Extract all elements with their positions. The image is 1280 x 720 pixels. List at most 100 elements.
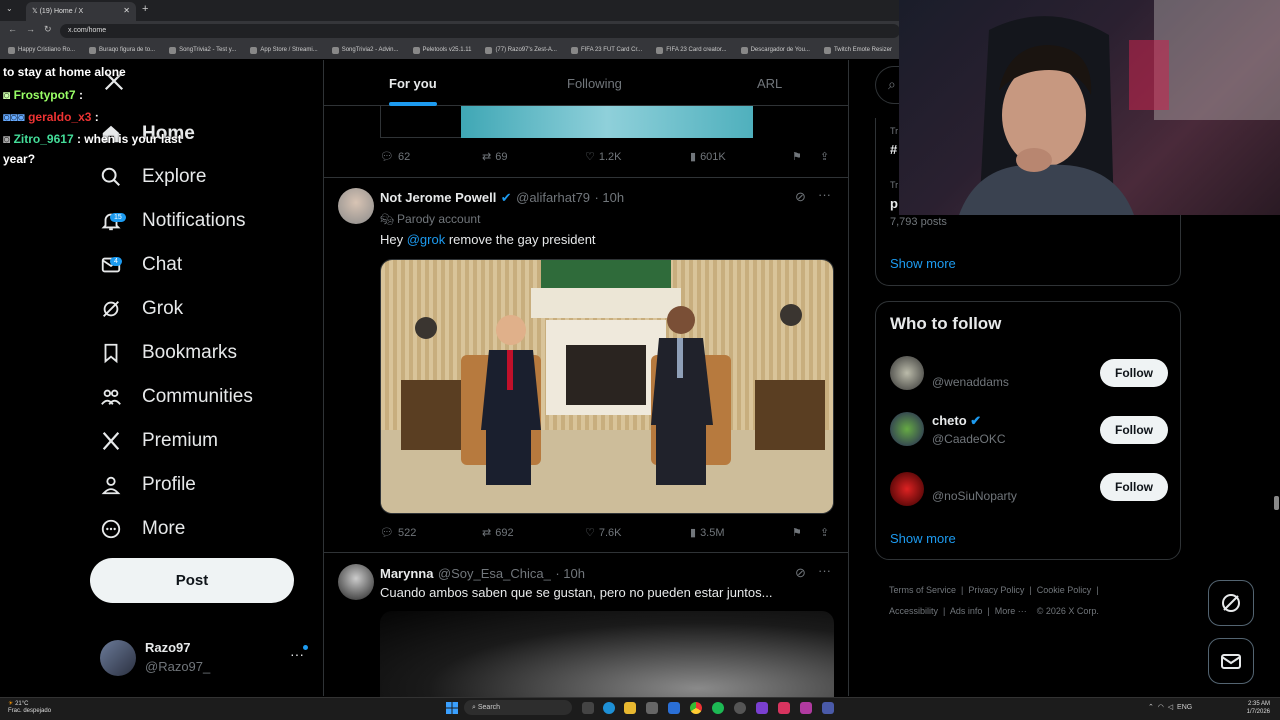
close-tab-icon[interactable]: ✕ bbox=[123, 6, 130, 15]
like-button[interactable]: ♡ 7.6K bbox=[585, 526, 622, 540]
sidebar-item-communities[interactable]: Communities bbox=[100, 377, 253, 417]
suggestion-name[interactable]: cheto ✔ bbox=[932, 413, 981, 429]
bookmark-item[interactable]: Buraqo figura de to... bbox=[89, 46, 155, 54]
url-field[interactable]: x.com/home bbox=[60, 24, 900, 38]
reply-button[interactable]: 💬︎ 522 bbox=[380, 526, 416, 540]
views-button[interactable]: ▮ 3.5M bbox=[690, 526, 725, 540]
app-icon[interactable] bbox=[800, 702, 812, 714]
tweet-video[interactable] bbox=[380, 611, 834, 697]
tweet-time[interactable]: · 10h bbox=[594, 190, 624, 205]
repost-button[interactable]: ⇄ 692 bbox=[482, 526, 514, 540]
grok-explain-icon[interactable]: ⊘ bbox=[795, 565, 806, 581]
sidebar-item-chat[interactable]: 4 Chat bbox=[100, 245, 182, 285]
sidebar-item-premium[interactable]: Premium bbox=[100, 421, 218, 461]
trend-name-fragment[interactable]: # bbox=[890, 142, 897, 157]
tweet-handle[interactable]: @alifarhat79 bbox=[516, 190, 590, 205]
bookmark-item[interactable]: Descargador de You... bbox=[740, 46, 810, 54]
grok-fab[interactable] bbox=[1208, 580, 1254, 626]
browser-tab[interactable]: 𝕏 (19) Home / X ✕ bbox=[26, 2, 136, 21]
tab-for-you[interactable]: For you bbox=[389, 76, 437, 91]
bookmark-item[interactable]: SongTrivia2 - Test y... bbox=[169, 46, 236, 54]
back-icon[interactable]: ← bbox=[8, 24, 17, 34]
repost-button[interactable]: ⇄ 69 bbox=[482, 150, 507, 164]
edge-icon[interactable] bbox=[603, 702, 615, 714]
tweet-author-name[interactable]: Not Jerome Powell bbox=[380, 190, 496, 205]
suggestion-handle[interactable]: @CaadeOKC bbox=[932, 432, 1006, 446]
sidebar-item-explore[interactable]: Explore bbox=[100, 157, 206, 197]
forward-icon[interactable]: → bbox=[26, 24, 35, 34]
sidebar-item-profile[interactable]: Profile bbox=[100, 465, 196, 505]
tweet-image[interactable] bbox=[380, 259, 834, 514]
windows-start-icon[interactable] bbox=[446, 701, 458, 714]
bookmark-item[interactable]: FIFA 23 Card creator... bbox=[656, 46, 727, 54]
steam-icon[interactable] bbox=[822, 702, 834, 714]
trend-name-fragment[interactable]: p bbox=[890, 196, 898, 211]
app-icon[interactable] bbox=[756, 702, 768, 714]
messages-fab[interactable] bbox=[1208, 638, 1254, 684]
tweet-handle[interactable]: @Soy_Esa_Chica_ bbox=[438, 566, 551, 581]
sidebar-item-more[interactable]: More bbox=[100, 509, 185, 549]
app-icon[interactable] bbox=[778, 702, 790, 714]
follow-button[interactable]: Follow bbox=[1100, 473, 1168, 501]
footer-link[interactable]: Accessibility bbox=[889, 606, 938, 616]
tweet-more-icon[interactable]: ··· bbox=[818, 563, 831, 578]
bookmark-item[interactable]: Twitch Emote Resizer bbox=[823, 46, 892, 54]
reply-button[interactable]: 💬︎ 62 bbox=[380, 150, 410, 164]
bookmark-item[interactable]: SongTrivia2 - Advin... bbox=[331, 46, 399, 54]
footer-link[interactable]: Privacy Policy bbox=[968, 585, 1024, 595]
task-view-icon[interactable] bbox=[582, 702, 594, 714]
share-icon[interactable]: ⇪ bbox=[820, 526, 829, 539]
previous-tweet-media[interactable] bbox=[461, 106, 753, 138]
footer-link[interactable]: Cookie Policy bbox=[1037, 585, 1092, 595]
sidebar-item-grok[interactable]: Grok bbox=[100, 289, 183, 329]
tweet-author-name[interactable]: Marynna bbox=[380, 566, 433, 581]
follow-button[interactable]: Follow bbox=[1100, 359, 1168, 387]
show-more-link[interactable]: Show more bbox=[890, 256, 956, 271]
suggestion-handle[interactable]: @wenaddams bbox=[932, 375, 1009, 389]
system-tray[interactable]: ⌃ ◠ ◁ ENG bbox=[1148, 703, 1192, 711]
show-more-link[interactable]: Show more bbox=[890, 531, 956, 546]
tab-arl[interactable]: ARL bbox=[757, 76, 782, 91]
mention-link[interactable]: @grok bbox=[407, 232, 446, 247]
suggestion-handle[interactable]: @noSiuNoparty bbox=[932, 489, 1017, 503]
file-explorer-icon[interactable] bbox=[624, 702, 636, 714]
sidebar-item-notifications[interactable]: 15 Notifications bbox=[100, 201, 246, 241]
bookmark-item[interactable]: Peletools v25.1.11 bbox=[412, 46, 471, 54]
bookmark-item[interactable]: Happy Cristiano Ro... bbox=[8, 46, 75, 54]
mail-app-icon[interactable] bbox=[668, 702, 680, 714]
tweet-avatar[interactable] bbox=[338, 188, 374, 224]
tab-following[interactable]: Following bbox=[567, 76, 622, 91]
footer-link[interactable]: More ··· bbox=[995, 606, 1027, 616]
bookmark-item[interactable]: FIFA 23 FUT Card Cr... bbox=[570, 46, 642, 54]
bookmark-item[interactable]: App Store / Streami... bbox=[250, 46, 318, 54]
suggestion-avatar[interactable] bbox=[890, 472, 924, 506]
store-icon[interactable] bbox=[646, 702, 658, 714]
grok-explain-icon[interactable]: ⊘ bbox=[795, 189, 806, 205]
tab-search-icon[interactable]: ⌄ bbox=[6, 4, 13, 13]
obs-icon[interactable] bbox=[734, 702, 746, 714]
new-tab-icon[interactable]: + bbox=[142, 3, 148, 15]
weather-widget[interactable]: ☀ 21°C Frac. despejado bbox=[8, 701, 51, 715]
post-button[interactable]: Post bbox=[90, 558, 294, 603]
bookmark-icon[interactable]: ⚑ bbox=[792, 150, 802, 163]
tweet-time[interactable]: · 10h bbox=[555, 566, 585, 581]
suggestion-avatar[interactable] bbox=[890, 412, 924, 446]
more-dots-icon[interactable]: ··· bbox=[290, 646, 304, 662]
views-button[interactable]: ▮ 601K bbox=[690, 150, 726, 164]
account-switcher[interactable]: Razo97 @Razo97_ ··· bbox=[100, 638, 312, 678]
share-icon[interactable]: ⇪ bbox=[820, 150, 829, 163]
tweet-more-icon[interactable]: ··· bbox=[818, 187, 831, 202]
sidebar-item-bookmarks[interactable]: Bookmarks bbox=[100, 333, 237, 373]
chrome-icon[interactable] bbox=[690, 702, 702, 714]
footer-link[interactable]: Ads info bbox=[950, 606, 983, 616]
reload-icon[interactable]: ↻ bbox=[44, 24, 52, 35]
bookmark-icon[interactable]: ⚑ bbox=[792, 526, 802, 539]
follow-button[interactable]: Follow bbox=[1100, 416, 1168, 444]
like-button[interactable]: ♡ 1.2K bbox=[585, 150, 622, 164]
bookmark-item[interactable]: (77) Razo97's Zest-A... bbox=[485, 46, 557, 54]
suggestion-avatar[interactable] bbox=[890, 356, 924, 390]
page-scrollbar-thumb[interactable] bbox=[1274, 496, 1279, 510]
taskbar-search[interactable]: ⌕ Search bbox=[464, 700, 572, 715]
clock[interactable]: 2:35 AM 1/7/2026 bbox=[1240, 700, 1270, 716]
spotify-icon[interactable] bbox=[712, 702, 724, 714]
